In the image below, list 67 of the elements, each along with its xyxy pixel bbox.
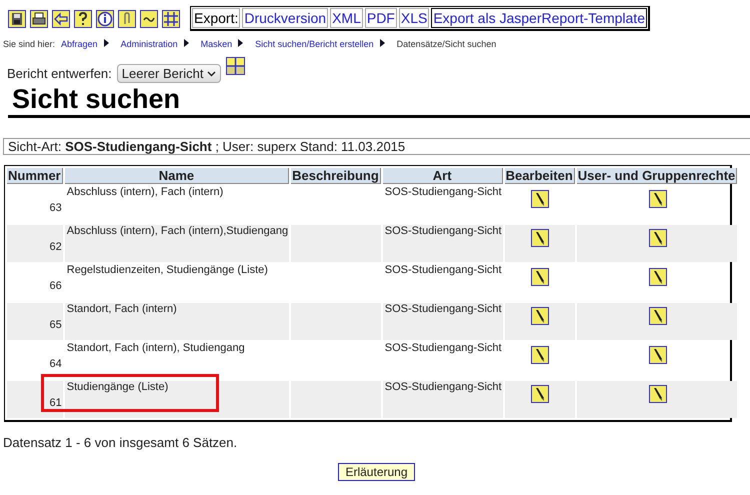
pencil-icon[interactable]: [531, 268, 550, 286]
breadcrumb-link[interactable]: Abfragen: [61, 39, 98, 49]
breadcrumb-label: Sie sind hier:: [3, 39, 56, 49]
type-cell: SOS-Studiengang-Sicht: [384, 303, 502, 315]
type-cell: SOS-Studiengang-Sicht: [384, 381, 502, 393]
export-label: Export:: [192, 8, 240, 28]
pencil-icon[interactable]: [648, 385, 667, 403]
pencil-icon[interactable]: [648, 307, 667, 325]
type-cell: SOS-Studiengang-Sicht: [384, 225, 502, 237]
breadcrumb-arrow-icon: [238, 39, 244, 47]
pencil-icon[interactable]: [531, 385, 550, 403]
breadcrumb-link[interactable]: Masken: [200, 39, 232, 49]
paperclip-icon[interactable]: [118, 10, 136, 28]
record-count-text: Datensatz 1 - 6 von insgesamt 6 Sätzen.: [3, 435, 238, 450]
pencil-icon[interactable]: [531, 346, 550, 364]
number-cell: 63: [50, 202, 62, 214]
breadcrumb-arrow-icon: [380, 39, 385, 47]
breadcrumb-arrow-icon: [184, 39, 189, 47]
pencil-icon[interactable]: [531, 190, 550, 208]
type-cell: SOS-Studiengang-Sicht: [384, 342, 502, 354]
page-title: Sicht suchen: [8, 83, 750, 118]
name-cell[interactable]: Standort, Fach (intern): [66, 303, 177, 315]
info-icon[interactable]: [96, 10, 114, 28]
pencil-icon[interactable]: [648, 190, 667, 208]
number-cell: 62: [50, 240, 62, 252]
number-cell: 64: [50, 358, 62, 370]
name-cell[interactable]: Regelstudienzeiten, Studiengänge (Liste): [66, 264, 268, 276]
print-icon[interactable]: [30, 10, 48, 28]
report-select[interactable]: Leerer Bericht: [116, 64, 222, 83]
column-header: User- und Gruppenrechte: [576, 168, 738, 184]
name-cell[interactable]: Studiengänge (Liste): [66, 381, 168, 393]
column-header: Art: [382, 168, 503, 184]
column-header: Nummer: [7, 168, 63, 184]
number-cell: 61: [50, 396, 62, 408]
pencil-icon[interactable]: [531, 229, 550, 247]
grid-icon[interactable]: [162, 10, 180, 28]
help-icon[interactable]: [74, 10, 92, 28]
breadcrumb-link[interactable]: Sicht suchen/Bericht erstellen: [255, 39, 374, 49]
type-cell: SOS-Studiengang-Sicht: [384, 264, 502, 276]
column-header: Beschreibung: [291, 168, 381, 184]
save-icon[interactable]: [8, 10, 26, 28]
explanation-button[interactable]: Erläuterung: [338, 463, 415, 481]
breadcrumb-current: Datensätze/Sicht suchen: [396, 39, 496, 49]
back-arrow-icon[interactable]: [52, 10, 70, 28]
column-header: Name: [64, 168, 290, 184]
pencil-icon[interactable]: [648, 268, 667, 286]
export-link[interactable]: XML: [330, 8, 363, 28]
type-cell: SOS-Studiengang-Sicht: [384, 186, 502, 198]
export-link[interactable]: XLS: [398, 8, 430, 28]
report-label: Bericht entwerfen:: [7, 66, 112, 81]
chevron-icon: [207, 70, 216, 76]
name-cell[interactable]: Standort, Fach (intern), Studiengang: [66, 342, 245, 354]
column-header: Bearbeiten: [504, 168, 575, 184]
view-info-text: Sicht-Art: SOS-Studiengang-Sicht ; User: superx Stand: 11.03.2015: [3, 138, 750, 155]
export-link[interactable]: PDF: [364, 8, 397, 28]
number-cell: 66: [50, 280, 62, 292]
pencil-icon[interactable]: [648, 229, 667, 247]
number-cell: 65: [50, 318, 62, 330]
breadcrumb-link[interactable]: Administration: [120, 39, 178, 49]
export-link[interactable]: Druckversion: [242, 8, 328, 28]
export-link[interactable]: Export als JasperReport-Template: [431, 8, 647, 28]
breadcrumb-arrow-icon: [104, 39, 109, 47]
name-cell[interactable]: Abschluss (intern), Fach (intern): [66, 186, 224, 198]
pencil-icon[interactable]: [648, 346, 667, 364]
wave-icon[interactable]: [140, 10, 158, 28]
layout-grid-icon[interactable]: [226, 57, 246, 75]
pencil-icon[interactable]: [531, 307, 550, 325]
